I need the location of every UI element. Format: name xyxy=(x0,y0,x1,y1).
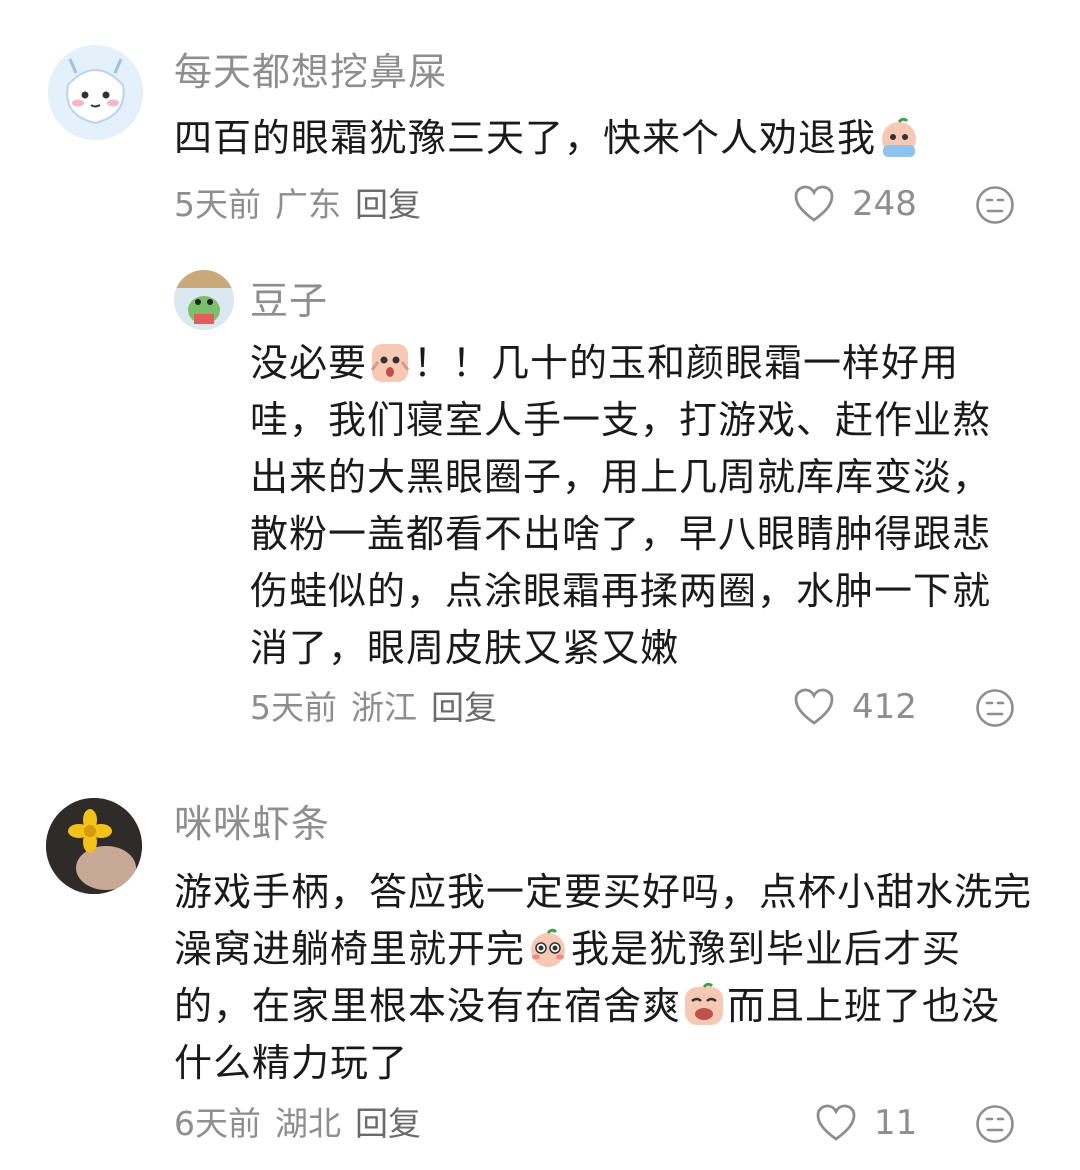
dislike-button[interactable] xyxy=(975,1104,1015,1144)
pleading-emoji-icon xyxy=(526,926,570,970)
avatar[interactable] xyxy=(46,798,142,894)
like-count: 11 xyxy=(874,1103,918,1143)
reply-button[interactable]: 回复 xyxy=(355,1104,421,1143)
flower-avatar-icon xyxy=(46,798,142,894)
comment-location: 湖北 xyxy=(275,1104,341,1143)
crying-face-emoji-icon xyxy=(682,982,726,1027)
heart-icon xyxy=(816,1104,856,1141)
comment-3: 咪咪虾条 游戏手柄，答应我一定要买好吗，点杯小甜水洗完澡窝进躺椅里就开完 我是犹豫… xyxy=(0,0,1080,1170)
comment-meta: 6天前 湖北 回复 xyxy=(174,1107,435,1140)
comment-time: 6天前 xyxy=(174,1104,261,1143)
username[interactable]: 咪咪虾条 xyxy=(174,805,330,843)
dislike-face-icon xyxy=(976,1105,1014,1143)
like-button[interactable]: 11 xyxy=(816,1104,917,1142)
comment-text: 游戏手柄，答应我一定要买好吗，点杯小甜水洗完澡窝进躺椅里就开完 我是犹豫到毕业后才… xyxy=(174,864,1034,1092)
